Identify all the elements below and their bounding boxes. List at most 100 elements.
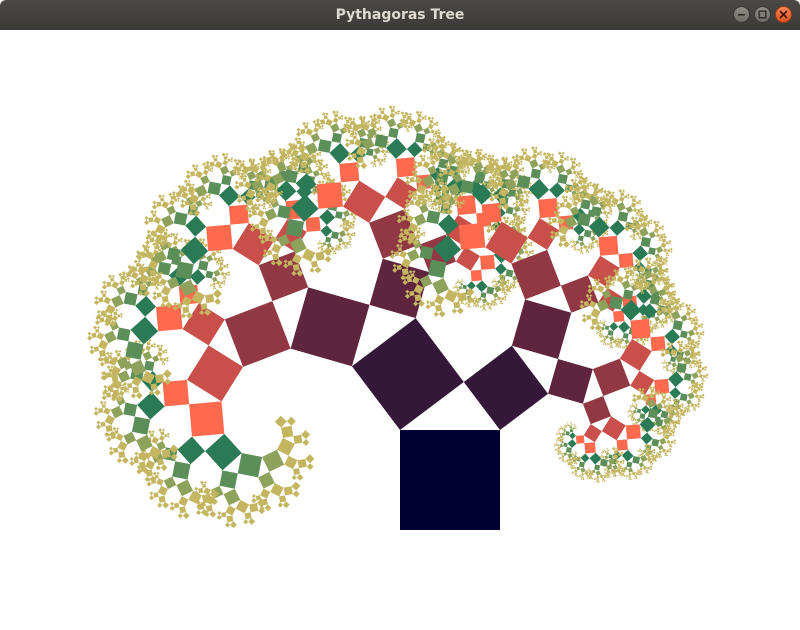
tree-square — [180, 199, 185, 204]
tree-square — [116, 427, 120, 430]
tree-square — [670, 318, 673, 321]
tree-square — [489, 235, 491, 237]
tree-square — [185, 215, 207, 237]
close-button[interactable] — [775, 6, 792, 23]
tree-square — [573, 246, 576, 249]
tree-square — [99, 400, 104, 405]
tree-square — [202, 483, 206, 488]
tree-square — [664, 302, 669, 307]
tree-square — [557, 453, 560, 456]
tree-square — [407, 130, 410, 133]
tree-square — [342, 222, 346, 226]
tree-square — [633, 278, 636, 281]
tree-square — [284, 169, 298, 184]
tree-square — [636, 408, 642, 414]
tree-square — [586, 469, 588, 471]
tree-square — [103, 384, 108, 389]
tree-square — [94, 320, 101, 326]
tree-square — [505, 293, 508, 296]
tree-square — [622, 189, 626, 193]
tree-square — [162, 428, 166, 432]
tree-square — [572, 471, 575, 474]
tree-square — [101, 403, 106, 408]
tree-square — [617, 340, 621, 344]
tree-square — [640, 452, 645, 456]
tree-square — [479, 306, 482, 309]
tree-square — [568, 461, 571, 464]
tree-square — [175, 233, 179, 236]
tree-square — [607, 449, 609, 451]
tree-square — [259, 205, 262, 207]
tree-square — [159, 284, 163, 287]
tree-square — [198, 260, 209, 271]
tree-square — [144, 219, 150, 225]
tree-square — [216, 250, 220, 254]
tree-square — [565, 460, 567, 462]
tree-square — [665, 252, 669, 255]
tree-square — [397, 109, 401, 113]
tree-square — [144, 360, 155, 372]
tree-square — [466, 281, 476, 291]
tree-square — [622, 346, 624, 348]
tree-square — [343, 247, 346, 249]
tree-square — [205, 433, 242, 471]
tree-square — [560, 425, 562, 427]
tree-square — [421, 116, 425, 120]
tree-square — [524, 154, 532, 163]
tree-square — [161, 194, 165, 198]
tree-square — [649, 463, 652, 465]
tree-square — [595, 470, 601, 476]
tree-square — [458, 281, 462, 284]
tree-square — [378, 122, 381, 125]
tree-square — [587, 470, 590, 472]
tree-square — [570, 246, 573, 248]
tree-square — [370, 161, 372, 163]
tree-square — [625, 270, 630, 275]
tree-square — [670, 250, 673, 253]
tree-square — [270, 206, 273, 209]
tree-square — [569, 241, 572, 244]
tree-square — [462, 175, 465, 178]
tree-square — [603, 448, 605, 450]
tree-square — [627, 467, 634, 473]
tree-square — [508, 189, 517, 197]
tree-square — [693, 384, 698, 389]
tree-square — [495, 282, 499, 287]
tree-square — [561, 438, 564, 441]
tree-square — [621, 459, 625, 463]
tree-square — [649, 465, 653, 469]
tree-square — [692, 325, 699, 332]
tree-square — [669, 450, 672, 454]
tree-square — [159, 357, 164, 362]
tree-square — [262, 207, 265, 210]
tree-square — [616, 275, 625, 284]
tree-square — [506, 279, 510, 283]
tree-square — [456, 281, 459, 284]
tree-square — [662, 435, 664, 438]
tree-square — [699, 332, 703, 336]
tree-square — [642, 465, 648, 471]
maximize-button[interactable] — [754, 6, 771, 23]
tree-square — [571, 452, 574, 454]
tree-square — [104, 290, 107, 294]
tree-square — [567, 424, 571, 427]
minimize-button[interactable] — [733, 6, 750, 23]
tree-square — [601, 480, 604, 482]
tree-square — [334, 247, 338, 251]
tree-square — [176, 197, 180, 201]
tree-square — [540, 153, 543, 156]
title-bar[interactable]: Pythagoras Tree — [0, 0, 800, 30]
tree-square — [285, 218, 305, 238]
tree-square — [432, 207, 435, 210]
tree-square — [123, 431, 137, 445]
tree-square — [560, 452, 564, 455]
tree-square — [596, 331, 598, 333]
tree-square — [628, 476, 631, 479]
tree-square — [214, 161, 223, 169]
tree-square — [490, 302, 494, 306]
tree-square — [626, 461, 633, 468]
tree-square — [603, 449, 606, 451]
tree-square — [481, 305, 483, 308]
tree-square — [589, 325, 596, 331]
tree-square — [701, 367, 705, 371]
